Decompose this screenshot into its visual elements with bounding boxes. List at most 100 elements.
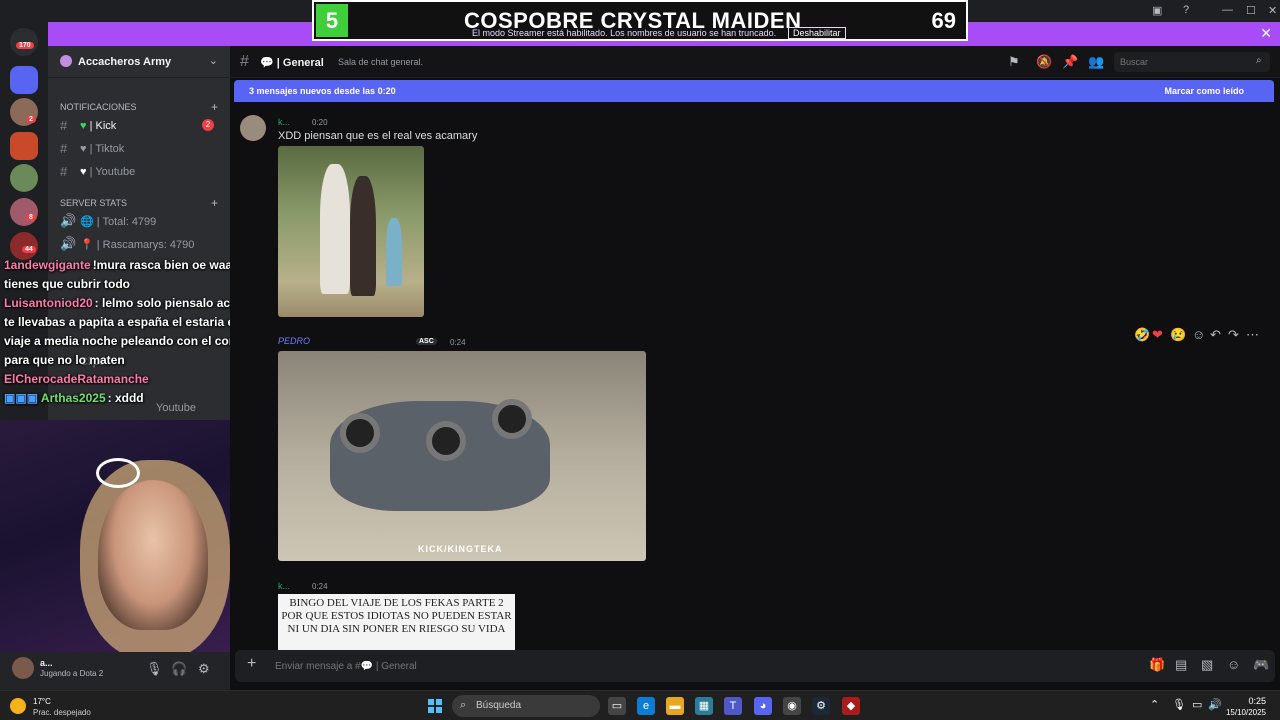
store-icon[interactable]: ▦ xyxy=(695,697,713,715)
streamer-icon[interactable]: ▣ xyxy=(1152,4,1162,17)
more-icon[interactable]: ⋯ xyxy=(1246,327,1259,343)
add-reaction-icon[interactable]: ☺ xyxy=(1192,327,1205,342)
sad-emoji-icon[interactable]: 😢 xyxy=(1170,327,1186,343)
dm-icon[interactable] xyxy=(10,66,38,94)
weather-desc[interactable]: Prac. despejado xyxy=(33,708,91,717)
microphone-tray-icon[interactable]: 🎙 xyxy=(1172,698,1186,711)
mark-as-read-button[interactable]: Marcar como leído xyxy=(1164,86,1244,96)
clock-date[interactable]: 15/10/2025 xyxy=(1226,708,1266,717)
user-panel: a... Jugando a Dota 2 🎙 🎧 ⚙ xyxy=(0,652,230,690)
avatar[interactable] xyxy=(12,657,34,679)
minimize-button[interactable]: — xyxy=(1222,4,1233,16)
avatar[interactable] xyxy=(240,115,266,141)
category-notifications[interactable]: NOTIFICACIONES xyxy=(60,102,137,112)
category-label: SERVER STATS xyxy=(60,198,128,208)
channel-youtube[interactable]: # ♥ | Youtube xyxy=(56,162,224,182)
car-wheel xyxy=(492,399,532,439)
gift-icon[interactable]: 🎁 xyxy=(1149,657,1165,673)
message-input[interactable] xyxy=(275,656,975,676)
channel-kick[interactable]: # ♥ | Kick 2 xyxy=(56,116,224,136)
help-icon[interactable]: ? xyxy=(1183,4,1189,16)
user-status: Jugando a Dota 2 xyxy=(40,669,104,678)
dota-server-icon[interactable] xyxy=(10,132,38,160)
server-header[interactable]: Accacheros Army ⌄ xyxy=(48,46,230,78)
gear-icon[interactable]: ⚙ xyxy=(198,661,210,677)
hash-icon: # xyxy=(240,53,249,70)
reply-icon[interactable]: ↶ xyxy=(1210,327,1221,343)
server-badge-icon xyxy=(60,55,72,67)
tray-chevron-icon[interactable]: ⌃ xyxy=(1150,698,1159,711)
watermark-label: KICK/KINGTEKA xyxy=(418,544,503,554)
message-author[interactable]: k... xyxy=(278,581,290,591)
add-channel-icon[interactable]: + xyxy=(211,196,218,210)
search-input[interactable] xyxy=(1114,52,1270,72)
speaker-icon: 🔊 xyxy=(60,236,77,251)
channel-label: 🌐 | Total: 4799 xyxy=(80,216,157,228)
figure-shape xyxy=(350,176,376,296)
category-server-stats[interactable]: SERVER STATS xyxy=(60,198,127,208)
add-channel-icon[interactable]: + xyxy=(211,100,218,114)
new-messages-bar[interactable]: 3 mensajes nuevos desde las 0:20 Marcar … xyxy=(234,80,1274,102)
close-banner-icon[interactable]: ✕ xyxy=(1260,25,1272,42)
threads-icon[interactable]: ⚑ xyxy=(1008,54,1020,70)
voice-channel-total[interactable]: 🔊 🌐 | Total: 4799 xyxy=(56,211,224,231)
message-author[interactable]: k... xyxy=(278,117,290,127)
voice-channel-rascamarys[interactable]: 🔊 📍 | Rascamarys: 4790 xyxy=(56,234,224,254)
apps-icon[interactable]: 🎮 xyxy=(1253,657,1269,673)
mute-bell-icon[interactable]: 🔕 xyxy=(1036,54,1052,70)
clock-time[interactable]: 0:25 xyxy=(1248,696,1266,706)
volume-icon[interactable]: 🔊 xyxy=(1208,698,1222,711)
server-icon[interactable] xyxy=(10,164,38,192)
new-messages-text: 3 mensajes nuevos desde las 0:20 xyxy=(249,86,396,96)
message-author[interactable]: PEDRO xyxy=(278,336,310,346)
home-badge: 170 xyxy=(16,42,34,49)
close-window-button[interactable]: ✕ xyxy=(1268,4,1277,17)
chrome-icon[interactable]: ◉ xyxy=(783,697,801,715)
windows-start-icon[interactable] xyxy=(428,699,442,713)
gif-icon[interactable]: ▤ xyxy=(1175,657,1187,673)
taskbar-search[interactable]: ⌕ Búsqueda xyxy=(452,695,600,717)
message-hover-toolbar: 🤣 ❤ 😢 ☺ ↶ ↷ ⋯ xyxy=(1130,324,1260,346)
hash-icon: # xyxy=(60,141,68,156)
emoji-icon[interactable]: ☺ xyxy=(1227,657,1240,672)
message-time: 0:24 xyxy=(450,338,466,347)
task-view-icon[interactable]: ▭ xyxy=(608,697,626,715)
chat-username: Arthas2025 xyxy=(40,391,106,405)
forward-icon[interactable]: ↷ xyxy=(1228,327,1239,343)
edge-icon[interactable]: e xyxy=(637,697,655,715)
weather-icon[interactable] xyxy=(10,698,26,714)
pin-icon[interactable]: 📌 xyxy=(1062,54,1078,70)
weather-temp[interactable]: 17°C xyxy=(33,697,51,706)
channel-tiktok[interactable]: # ♥ | Tiktok xyxy=(56,139,224,159)
message-image[interactable] xyxy=(278,146,424,317)
message-image[interactable]: KICK/KINGTEKA xyxy=(278,351,646,561)
disable-streamer-button[interactable]: Deshabilitar xyxy=(788,27,846,39)
laugh-emoji-icon[interactable]: 🤣 xyxy=(1134,327,1150,343)
file-explorer-icon[interactable]: ▬ xyxy=(666,697,684,715)
hash-icon: # xyxy=(60,164,68,179)
message-image[interactable]: BINGO DEL VIAJE DE LOS FEKAS PARTE 2 POR… xyxy=(278,594,515,650)
microphone-icon[interactable]: 🎙 xyxy=(146,661,163,677)
sticker-icon[interactable]: ▧ xyxy=(1201,657,1213,673)
members-icon[interactable]: 👥 xyxy=(1088,54,1104,70)
server-name: Accacheros Army xyxy=(78,56,172,68)
windows-taskbar: 17°C Prac. despejado ⌕ Búsqueda ▭ e ▬ ▦ … xyxy=(0,690,1280,720)
maximize-button[interactable]: ☐ xyxy=(1246,4,1256,17)
channel-label: ♥ | Youtube xyxy=(80,166,136,178)
taskbar-search-label: Búsqueda xyxy=(476,700,522,711)
steam-icon[interactable]: ⚙ xyxy=(812,697,830,715)
add-attachment-icon[interactable]: + xyxy=(247,655,256,673)
channel-label: ♥ | Kick xyxy=(80,120,117,132)
heart-emoji-icon[interactable]: ❤ xyxy=(1152,327,1163,343)
channel-header: # 💬 | General Sala de chat general. ⚑ 🔕 … xyxy=(230,46,1280,78)
discord-icon[interactable]: ◕ xyxy=(754,697,772,715)
teams-icon[interactable]: T xyxy=(724,697,742,715)
display-icon[interactable]: ▭ xyxy=(1192,698,1202,711)
speaker-icon: 🔊 xyxy=(60,213,77,228)
dota-icon[interactable]: ◆ xyxy=(842,697,860,715)
chevron-down-icon[interactable]: ⌄ xyxy=(209,54,218,67)
headphones-icon[interactable]: 🎧 xyxy=(171,661,187,677)
message-composer: + 🎁 ▤ ▧ ☺ 🎮 xyxy=(235,650,1275,682)
streamer-notice: El modo Streamer está habilitado. Los no… xyxy=(472,28,777,38)
server-icon[interactable] xyxy=(10,198,38,226)
